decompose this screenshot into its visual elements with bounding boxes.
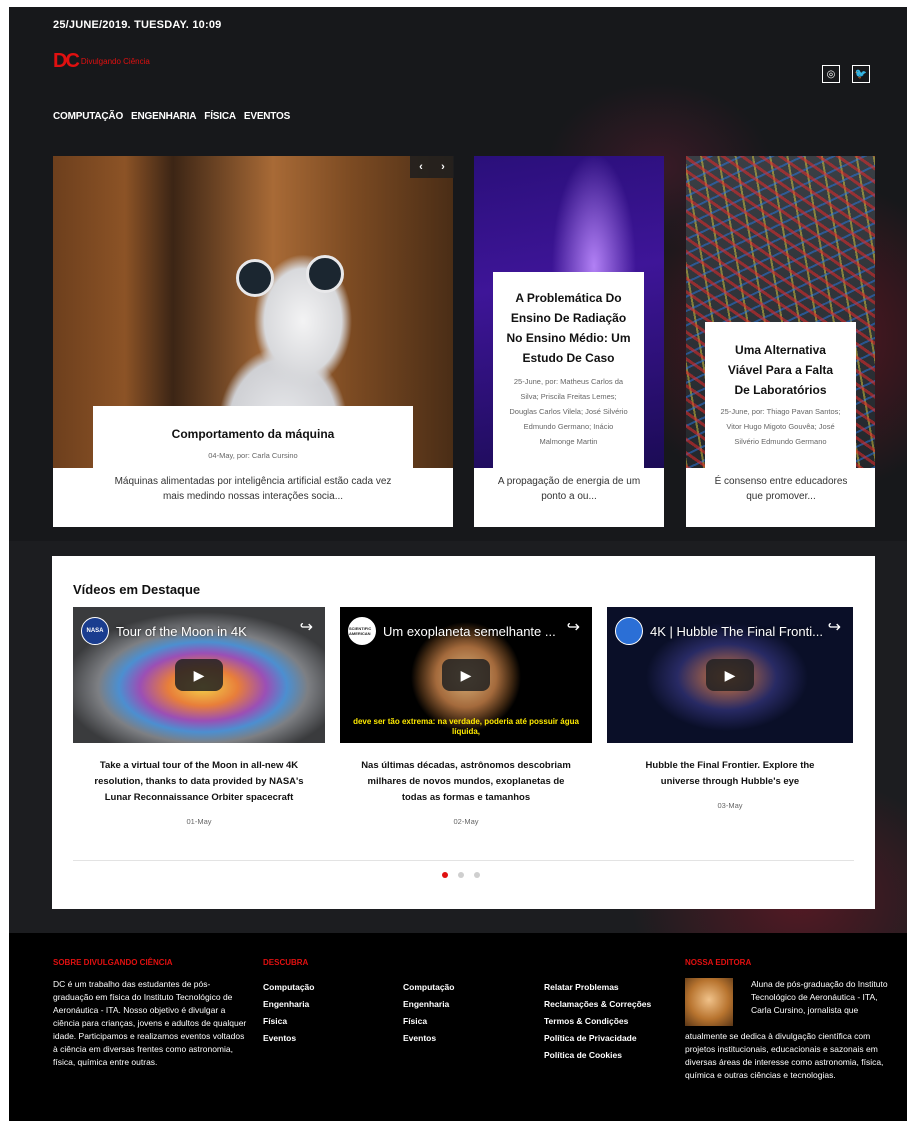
main-nav: COMPUTAÇÃO ENGENHARIA FÍSICA EVENTOS [53, 111, 290, 122]
nav-item-fisica[interactable]: FÍSICA [204, 111, 236, 122]
footer-link[interactable]: Política de Privacidade [544, 1030, 651, 1047]
second-article-title-box: A Problemática Do Ensino De Radiação No … [493, 272, 644, 468]
video-description: Take a virtual tour of the Moon in all-n… [93, 758, 305, 830]
discover-heading: DESCUBRA [263, 958, 309, 967]
video-desc-text: Take a virtual tour of the Moon in all-n… [94, 760, 304, 803]
video-title[interactable]: Um exoplaneta semelhante ... [383, 624, 556, 639]
editor-text-full: atualmente se dedica à divulgação cientí… [685, 1031, 884, 1080]
play-button[interactable]: ▶ [175, 659, 223, 691]
hero-section: 25/JUNE/2019. TUESDAY. 10:09 DC Divulgan… [9, 7, 907, 541]
next-arrow-icon[interactable]: › [441, 161, 445, 173]
featured-article-second[interactable]: A Problemática Do Ensino De Radiação No … [474, 156, 664, 527]
play-icon: ▶ [460, 666, 472, 683]
video-header: SCIENTIFIC AMERICAN Um exoplaneta semelh… [348, 617, 556, 645]
carousel-pagination [442, 872, 480, 878]
nav-item-eventos[interactable]: EVENTOS [244, 111, 290, 122]
channel-avatar[interactable]: NASA [81, 617, 109, 645]
footer-link[interactable]: Termos & Condições [544, 1013, 651, 1030]
video-subtitle-caption: deve ser tão extrema: na verdade, poderi… [353, 717, 579, 736]
footer-link[interactable]: Política de Cookies [544, 1047, 651, 1064]
share-icon[interactable]: ↪ [300, 617, 313, 637]
play-button[interactable]: ▶ [442, 659, 490, 691]
pagination-dot-2[interactable] [458, 872, 464, 878]
instagram-icon[interactable]: ◎ [822, 65, 840, 83]
footer-link[interactable]: Engenharia [403, 996, 454, 1013]
article-title[interactable]: A Problemática Do Ensino De Radiação No … [493, 288, 644, 368]
footer-link[interactable]: Relatar Problemas [544, 979, 651, 996]
main-article-title-box: Comportamento da máquina 04-May, por: Ca… [93, 406, 413, 468]
discover-list-3: Relatar Problemas Reclamações & Correçõe… [544, 979, 651, 1064]
slider-arrows: ‹ › [410, 156, 454, 178]
article-excerpt: A propagação de energia de um ponto a ou… [497, 476, 641, 502]
current-date: 25/JUNE/2019. TUESDAY. 10:09 [53, 19, 222, 31]
about-heading: SOBRE DIVULGANDO CIÊNCIA [53, 958, 173, 967]
article-meta: 25-June, por: Matheus Carlos da Silva; P… [509, 377, 628, 446]
article-title[interactable]: Uma Alternativa Viável Para a Falta De L… [705, 340, 856, 400]
footer: SOBRE DIVULGANDO CIÊNCIA DC é um trabalh… [9, 933, 907, 1121]
featured-article-third[interactable]: Uma Alternativa Viável Para a Falta De L… [686, 156, 875, 527]
featured-article-main[interactable]: ‹ › Comportamento da máquina 04-May, por… [53, 156, 454, 527]
featured-videos-panel: Vídeos em Destaque NASA Tour of the Moon… [52, 556, 875, 909]
share-icon[interactable]: ↪ [828, 617, 841, 637]
video-header: 4K | Hubble The Final Fronti... [615, 617, 823, 645]
video-desc-text: Hubble the Final Frontier. Explore the u… [645, 760, 815, 787]
page: { "header": { "date": "25/JUNE/2019. TUE… [0, 0, 907, 1121]
footer-link[interactable]: Engenharia [263, 996, 314, 1013]
play-icon: ▶ [724, 666, 736, 683]
discover-list-1: Computação Engenharia Física Eventos [263, 979, 314, 1047]
about-text: DC é um trabalho das estudantes de pós-g… [53, 979, 247, 1067]
article-meta: 25-June, por: Thiago Pavan Santos; Vitor… [720, 407, 841, 446]
share-icon[interactable]: ↪ [567, 617, 580, 637]
robot-eye-left [236, 259, 274, 297]
article-excerpt: Máquinas alimentadas por inteligência ar… [114, 476, 392, 502]
footer-link[interactable]: Eventos [403, 1030, 454, 1047]
twitter-icon[interactable]: 🐦 [852, 65, 870, 83]
videos-heading: Vídeos em Destaque [73, 582, 201, 597]
article-meta: 04-May, por: Carla Cursino [208, 451, 298, 460]
discover-list-2: Computação Engenharia Física Eventos [403, 979, 454, 1047]
pagination-dot-3[interactable] [474, 872, 480, 878]
footer-link[interactable]: Computação [263, 979, 314, 996]
editor-heading: NOSSA EDITORA [685, 958, 752, 967]
footer-link[interactable]: Física [403, 1013, 454, 1030]
pagination-dot-1[interactable] [442, 872, 448, 878]
article-title[interactable]: Comportamento da máquina [93, 424, 413, 444]
logo-mark: DC [53, 49, 80, 72]
footer-link[interactable]: Física [263, 1013, 314, 1030]
nav-item-engenharia[interactable]: ENGENHARIA [131, 111, 196, 122]
robot-eye-right [306, 255, 344, 293]
video-title[interactable]: 4K | Hubble The Final Fronti... [650, 624, 823, 639]
video-date: 02-May [453, 817, 479, 826]
nav-item-computacao[interactable]: COMPUTAÇÃO [53, 111, 123, 122]
footer-link[interactable]: Reclamações & Correções [544, 996, 651, 1013]
video-player-1[interactable]: NASA Tour of the Moon in 4K ↪ ▶ [73, 607, 325, 743]
video-title[interactable]: Tour of the Moon in 4K [116, 624, 247, 639]
play-icon: ▶ [193, 666, 205, 683]
logo-text: Divulgando Ciência [80, 56, 150, 66]
article-excerpt: É consenso entre educadores que promover… [714, 476, 848, 502]
channel-avatar[interactable]: SCIENTIFIC AMERICAN [348, 617, 376, 645]
video-description: Hubble the Final Frontier. Explore the u… [627, 758, 833, 814]
video-player-2[interactable]: SCIENTIFIC AMERICAN Um exoplaneta semelh… [340, 607, 592, 743]
play-button[interactable]: ▶ [706, 659, 754, 691]
video-player-3[interactable]: 4K | Hubble The Final Fronti... ↪ ▶ [607, 607, 853, 743]
video-date: 03-May [717, 801, 743, 810]
footer-link[interactable]: Computação [403, 979, 454, 996]
editor-photo [685, 978, 733, 1026]
third-article-title-box: Uma Alternativa Viável Para a Falta De L… [705, 322, 856, 468]
site-logo[interactable]: DC Divulgando Ciência [53, 49, 150, 72]
video-header: NASA Tour of the Moon in 4K [81, 617, 247, 645]
prev-arrow-icon[interactable]: ‹ [419, 161, 423, 173]
channel-avatar[interactable] [615, 617, 643, 645]
divider [73, 860, 854, 861]
video-date: 01-May [186, 817, 212, 826]
editor-text-side: Aluna de pós-graduação do Instituto Tecn… [751, 979, 888, 1015]
video-desc-text: Nas últimas décadas, astrônomos descobri… [361, 760, 571, 803]
footer-link[interactable]: Eventos [263, 1030, 314, 1047]
video-description: Nas últimas décadas, astrônomos descobri… [360, 758, 572, 830]
